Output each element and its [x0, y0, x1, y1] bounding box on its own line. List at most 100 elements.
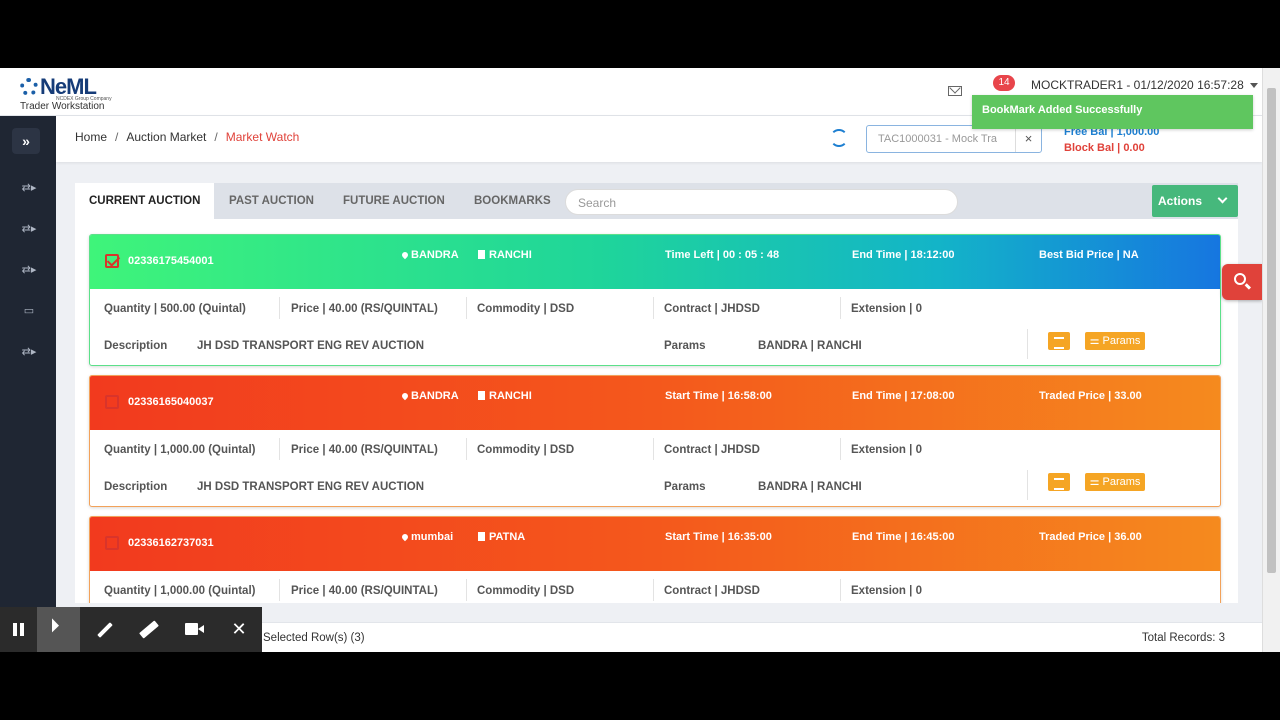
auction-origin: mumbai — [400, 531, 453, 543]
location-pin-icon — [400, 391, 410, 401]
price: Price | 40.00 (RS/QUINTAL) — [291, 585, 438, 597]
contract: Contract | JHDSD — [664, 303, 760, 315]
tab-past-auction[interactable]: PAST AUCTION — [215, 183, 328, 219]
auction-card-header: 02336165040037 BANDRA RANCHI Start Time … — [90, 376, 1220, 430]
divider — [466, 297, 467, 319]
description-label: Description — [104, 340, 168, 352]
marker-icon[interactable] — [127, 607, 171, 652]
price: Price | 40.00 (RS/QUINTAL) — [291, 303, 438, 315]
list-icon[interactable] — [1048, 332, 1070, 350]
search-input[interactable]: Search — [565, 189, 958, 215]
trader-select[interactable]: TAC1000031 - Mock Tra × — [866, 125, 1042, 153]
scrollbar[interactable] — [1262, 68, 1280, 652]
auction-card[interactable]: 02336175454001 BANDRA RANCHI Time Left |… — [89, 234, 1221, 366]
pen-icon[interactable] — [82, 607, 126, 652]
auction-description-row: Description JH DSD TRANSPORT ENG REV AUC… — [90, 466, 1220, 502]
app-subtitle: Trader Workstation — [20, 101, 105, 112]
contract: Contract | JHDSD — [664, 585, 760, 597]
location-pin-icon — [400, 532, 410, 542]
sidebar-expand-icon[interactable]: » — [12, 128, 40, 154]
breadcrumb-auction-market[interactable]: Auction Market — [126, 130, 206, 144]
params-button[interactable]: ⚌ Params — [1085, 473, 1145, 491]
search-icon[interactable] — [1222, 264, 1262, 300]
auction-description-row: Description JH DSD TRANSPORT ENG REV AUC… — [90, 325, 1220, 361]
sidebar-item-auction-2[interactable]: ⇄▸ — [16, 219, 42, 239]
tab-bar: CURRENT AUCTION PAST AUCTION FUTURE AUCT… — [75, 183, 1238, 219]
auction-details-row: Quantity | 1,000.00 (Quintal) Price | 40… — [90, 571, 1220, 603]
sidebar-item-laptop[interactable]: ▭ — [16, 301, 42, 321]
bookmark-checkbox[interactable] — [105, 254, 119, 268]
top-header: NeML NCDEX Group Company Trader Workstat… — [0, 68, 1262, 129]
magnifier-icon — [1234, 273, 1246, 285]
auction-card[interactable]: 02336162737031 mumbai PATNA Start Time |… — [89, 516, 1221, 603]
pointer-icon[interactable] — [37, 607, 80, 652]
description-label: Description — [104, 481, 168, 493]
divider — [653, 579, 654, 601]
best-bid-price: Best Bid Price | NA — [1039, 249, 1139, 261]
logo-mark-icon — [20, 78, 38, 96]
auction-id[interactable]: 02336162737031 — [128, 537, 214, 549]
quantity: Quantity | 500.00 (Quintal) — [104, 303, 246, 315]
price: Price | 40.00 (RS/QUINTAL) — [291, 444, 438, 456]
divider — [840, 438, 841, 460]
bookmark-checkbox[interactable] — [105, 395, 119, 409]
breadcrumb-home[interactable]: Home — [75, 130, 107, 144]
scrollbar-thumb[interactable] — [1267, 88, 1276, 573]
tab-bookmarks[interactable]: BOOKMARKS — [460, 183, 565, 219]
actions-button[interactable]: Actions — [1152, 185, 1238, 217]
auction-card[interactable]: 02336165040037 BANDRA RANCHI Start Time … — [89, 375, 1221, 507]
refresh-icon[interactable] — [830, 129, 848, 147]
commodity: Commodity | DSD — [477, 444, 575, 456]
tab-current-auction[interactable]: CURRENT AUCTION — [75, 183, 215, 219]
auction-list: 02336175454001 BANDRA RANCHI Time Left |… — [75, 219, 1238, 603]
app-screen: NeML NCDEX Group Company Trader Workstat… — [0, 68, 1280, 652]
traded-price: Traded Price | 33.00 — [1039, 390, 1142, 402]
start-time: Start Time | 16:35:00 — [665, 531, 772, 543]
auction-origin: BANDRA — [400, 249, 459, 261]
tab-future-auction[interactable]: FUTURE AUCTION — [329, 183, 459, 219]
auction-card-header: 02336162737031 mumbai PATNA Start Time |… — [90, 517, 1220, 571]
extension: Extension | 0 — [851, 444, 922, 456]
destination-label: PATNA — [489, 531, 526, 543]
sidebar-item-auction-3[interactable]: ⇄▸ — [16, 260, 42, 280]
breadcrumb: Home / Auction Market / Market Watch — [75, 130, 299, 144]
divider — [1027, 470, 1028, 500]
mail-icon[interactable] — [948, 86, 962, 96]
traded-price: Traded Price | 36.00 — [1039, 531, 1142, 543]
params-button-label: Params — [1102, 476, 1141, 488]
commodity: Commodity | DSD — [477, 303, 575, 315]
params-button-label: Params — [1102, 335, 1141, 347]
bookmark-checkbox[interactable] — [105, 536, 119, 550]
auction-id[interactable]: 02336165040037 — [128, 396, 214, 408]
start-time: Start Time | 16:58:00 — [665, 390, 772, 402]
close-icon[interactable]: ✕ — [217, 607, 261, 652]
auction-destination: RANCHI — [478, 390, 532, 402]
screen-recorder-toolbar: ✕ — [0, 607, 262, 652]
notification-badge[interactable]: 14 — [993, 75, 1015, 91]
divider — [653, 297, 654, 319]
divider — [840, 297, 841, 319]
clear-icon[interactable]: × — [1015, 126, 1041, 152]
trader-select-value: TAC1000031 - Mock Tra — [878, 133, 998, 145]
building-icon — [478, 250, 485, 259]
block-balance: Block Bal | 0.00 — [1064, 142, 1145, 154]
neml-logo[interactable]: NeML NCDEX Group Company Trader Workstat… — [20, 72, 130, 112]
divider — [653, 438, 654, 460]
extension: Extension | 0 — [851, 303, 922, 315]
user-menu[interactable]: MOCKTRADER1 - 01/12/2020 16:57:28 — [1031, 78, 1258, 92]
end-time: End Time | 18:12:00 — [852, 249, 955, 261]
params-value: BANDRA | RANCHI — [758, 340, 862, 352]
destination-label: RANCHI — [489, 390, 532, 402]
params-button[interactable]: ⚌ Params — [1085, 332, 1145, 350]
list-icon[interactable] — [1048, 473, 1070, 491]
sidebar-item-auction-4[interactable]: ⇄▸ — [16, 342, 42, 362]
divider — [466, 579, 467, 601]
divider — [279, 579, 280, 601]
camera-icon[interactable] — [172, 607, 216, 652]
auction-id[interactable]: 02336175454001 — [128, 255, 214, 267]
auction-details-row: Quantity | 1,000.00 (Quintal) Price | 40… — [90, 430, 1220, 466]
auction-destination: RANCHI — [478, 249, 532, 261]
params-label: Params — [664, 340, 706, 352]
quantity: Quantity | 1,000.00 (Quintal) — [104, 444, 256, 456]
sidebar-item-auction-1[interactable]: ⇄▸ — [16, 178, 42, 198]
